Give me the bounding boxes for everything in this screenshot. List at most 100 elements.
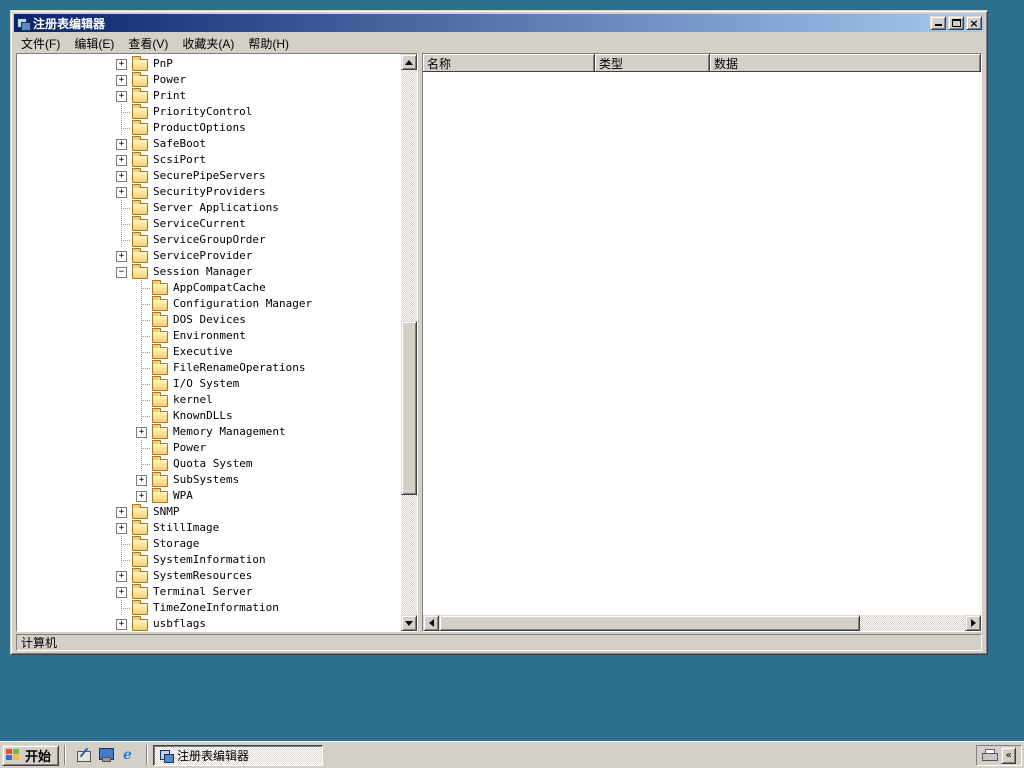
tree-row[interactable]: + PnP bbox=[17, 56, 401, 72]
tree-row[interactable]: Power bbox=[17, 440, 401, 456]
tree-node-label[interactable]: SecurePipeServers bbox=[151, 169, 268, 183]
expand-plus-icon[interactable]: + bbox=[136, 490, 147, 502]
expand-plus-icon[interactable]: + bbox=[116, 570, 127, 582]
tree-expand-toggle[interactable]: + bbox=[113, 72, 130, 88]
tree-row[interactable]: − Session Manager bbox=[17, 264, 401, 280]
minimize-button[interactable] bbox=[930, 16, 946, 30]
tree-node-label[interactable]: Power bbox=[151, 73, 188, 87]
tree-expand-toggle[interactable]: + bbox=[113, 520, 130, 536]
value-list[interactable] bbox=[423, 72, 981, 615]
tree-expand-toggle[interactable]: + bbox=[113, 88, 130, 104]
tree-node-label[interactable]: SecurityProviders bbox=[151, 185, 268, 199]
menu-item[interactable]: 收藏夹(A) bbox=[175, 33, 241, 54]
tree-node-label[interactable]: KnownDLLs bbox=[171, 409, 235, 423]
taskbar-task-button[interactable]: 注册表编辑器 bbox=[153, 744, 324, 766]
menu-item[interactable]: 文件(F) bbox=[14, 33, 67, 54]
tree-row[interactable]: + Print bbox=[17, 88, 401, 104]
scroll-up-button[interactable] bbox=[401, 54, 417, 70]
tree-expand-toggle[interactable]: + bbox=[113, 184, 130, 200]
tree-row[interactable]: Executive bbox=[17, 344, 401, 360]
expand-plus-icon[interactable]: + bbox=[116, 58, 127, 70]
tree-node-label[interactable]: ServiceGroupOrder bbox=[151, 233, 268, 247]
tree-node-label[interactable]: Executive bbox=[171, 345, 235, 359]
column-header-type[interactable]: 类型 bbox=[595, 54, 710, 72]
expand-plus-icon[interactable]: + bbox=[116, 186, 127, 198]
tree-row[interactable]: ServiceGroupOrder bbox=[17, 232, 401, 248]
tree-expand-toggle[interactable]: + bbox=[133, 424, 150, 440]
tree-node-label[interactable]: PriorityControl bbox=[151, 105, 254, 119]
tree-node-label[interactable]: ScsiPort bbox=[151, 153, 208, 167]
tree-node-label[interactable]: DOS Devices bbox=[171, 313, 248, 327]
tree-row[interactable]: Storage bbox=[17, 536, 401, 552]
tree-expand-toggle[interactable]: + bbox=[113, 248, 130, 264]
tree-node-label[interactable]: kernel bbox=[171, 393, 215, 407]
collapse-minus-icon[interactable]: − bbox=[116, 266, 127, 278]
monitor-icon[interactable] bbox=[98, 747, 115, 763]
tree-node-label[interactable]: Session Manager bbox=[151, 265, 254, 279]
tree-row[interactable]: Quota System bbox=[17, 456, 401, 472]
tree-expand-toggle[interactable]: + bbox=[113, 504, 130, 520]
list-horizontal-scrollbar[interactable] bbox=[423, 615, 981, 631]
tree-expand-toggle[interactable]: + bbox=[113, 152, 130, 168]
tree-node-label[interactable]: SubSystems bbox=[171, 473, 241, 487]
tree-expand-toggle[interactable]: + bbox=[133, 488, 150, 504]
tree-row[interactable]: + ScsiPort bbox=[17, 152, 401, 168]
tree-node-label[interactable]: usbflags bbox=[151, 617, 208, 631]
expand-plus-icon[interactable]: + bbox=[136, 426, 147, 438]
tree-row[interactable]: + Power bbox=[17, 72, 401, 88]
expand-plus-icon[interactable]: + bbox=[116, 74, 127, 86]
expand-plus-icon[interactable]: + bbox=[116, 250, 127, 262]
tree-node-label[interactable]: SafeBoot bbox=[151, 137, 208, 151]
scroll-thumb[interactable] bbox=[439, 615, 860, 631]
tree-row[interactable]: + ServiceProvider bbox=[17, 248, 401, 264]
scroll-right-button[interactable] bbox=[965, 615, 981, 631]
tree-node-label[interactable]: Configuration Manager bbox=[171, 297, 314, 311]
tree-expand-toggle[interactable]: + bbox=[133, 472, 150, 488]
tree-node-label[interactable]: PnP bbox=[151, 57, 175, 71]
tree-node-label[interactable]: ProductOptions bbox=[151, 121, 248, 135]
tree-row[interactable]: DOS Devices bbox=[17, 312, 401, 328]
tree-node-label[interactable]: ServiceCurrent bbox=[151, 217, 248, 231]
tree-row[interactable]: + SecurePipeServers bbox=[17, 168, 401, 184]
expand-plus-icon[interactable]: + bbox=[136, 474, 147, 486]
tree-node-label[interactable]: StillImage bbox=[151, 521, 221, 535]
menu-item[interactable]: 查看(V) bbox=[121, 33, 175, 54]
expand-plus-icon[interactable]: + bbox=[116, 170, 127, 182]
scroll-thumb[interactable] bbox=[401, 320, 417, 496]
tree-row[interactable]: + Terminal Server bbox=[17, 584, 401, 600]
tree-row[interactable]: TimeZoneInformation bbox=[17, 600, 401, 616]
column-header-name[interactable]: 名称 bbox=[423, 54, 595, 72]
tree-row[interactable]: PriorityControl bbox=[17, 104, 401, 120]
close-button[interactable]: × bbox=[966, 16, 982, 30]
tree-node-label[interactable]: Terminal Server bbox=[151, 585, 254, 599]
tree-node-label[interactable]: SNMP bbox=[151, 505, 182, 519]
tree-node-label[interactable]: SystemInformation bbox=[151, 553, 268, 567]
tree-expand-toggle[interactable]: + bbox=[113, 568, 130, 584]
tree-row[interactable]: ServiceCurrent bbox=[17, 216, 401, 232]
tree-row[interactable]: SystemInformation bbox=[17, 552, 401, 568]
tree-row[interactable]: Environment bbox=[17, 328, 401, 344]
tree-row[interactable]: + StillImage bbox=[17, 520, 401, 536]
tree-node-label[interactable]: Environment bbox=[171, 329, 248, 343]
tree-node-label[interactable]: SystemResources bbox=[151, 569, 254, 583]
tree-expand-toggle[interactable]: − bbox=[113, 264, 130, 280]
tree-row[interactable]: KnownDLLs bbox=[17, 408, 401, 424]
tree-node-label[interactable]: Memory Management bbox=[171, 425, 288, 439]
menu-item[interactable]: 编辑(E) bbox=[67, 33, 121, 54]
tree-row[interactable]: AppCompatCache bbox=[17, 280, 401, 296]
tray-chevron-button[interactable]: « bbox=[1001, 746, 1016, 764]
tree-expand-toggle[interactable]: + bbox=[113, 168, 130, 184]
tree-node-label[interactable]: Print bbox=[151, 89, 188, 103]
printer-icon[interactable] bbox=[982, 749, 998, 761]
tree-node-label[interactable]: Quota System bbox=[171, 457, 254, 471]
expand-plus-icon[interactable]: + bbox=[116, 586, 127, 598]
tree-row[interactable]: Server Applications bbox=[17, 200, 401, 216]
scroll-track[interactable] bbox=[401, 70, 417, 615]
tree-node-label[interactable]: AppCompatCache bbox=[171, 281, 268, 295]
tree-row[interactable]: kernel bbox=[17, 392, 401, 408]
tree-row[interactable]: + usbflags bbox=[17, 616, 401, 631]
tree-row[interactable]: Configuration Manager bbox=[17, 296, 401, 312]
tree-expand-toggle[interactable]: + bbox=[113, 136, 130, 152]
tree-node-label[interactable]: WPA bbox=[171, 489, 195, 503]
tree-expand-toggle[interactable]: + bbox=[113, 584, 130, 600]
